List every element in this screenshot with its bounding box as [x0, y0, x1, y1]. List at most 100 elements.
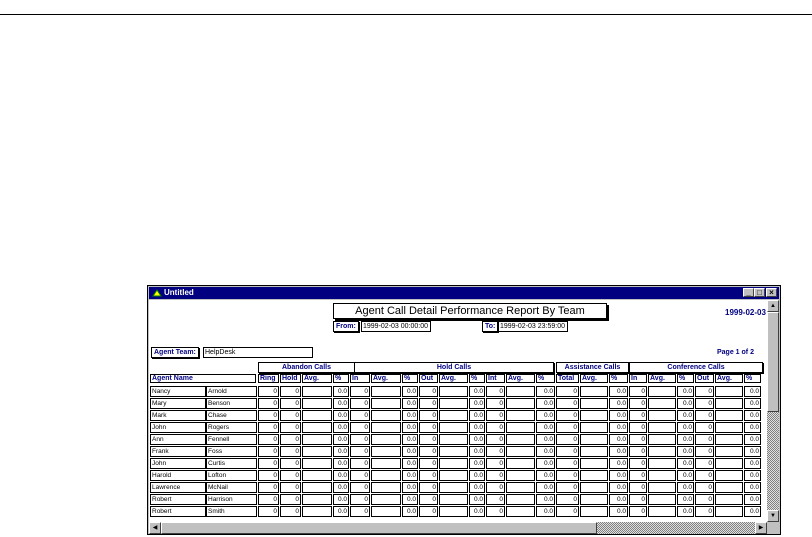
table-cell: 0 — [258, 458, 279, 469]
table-cell — [580, 482, 608, 493]
table-cell: 0.0 — [744, 446, 761, 457]
table-cell: 0.0 — [744, 494, 761, 505]
table-cell — [648, 434, 676, 445]
table-cell: 0.0 — [469, 386, 485, 397]
table-row: Mark Chase 0 0 0.0 0 0.0 0 0.0 0 0.0 0 0.0 0 0.0 0 0.0 — [149, 410, 767, 422]
table-cell — [580, 434, 608, 445]
table-cell: 0.0 — [677, 482, 694, 493]
column-header: % — [744, 374, 761, 383]
table-cell: 0 — [350, 482, 370, 493]
column-header: In — [629, 374, 647, 383]
scroll-left-button[interactable]: ◀ — [149, 522, 161, 534]
table-cell — [715, 422, 743, 433]
table-cell: 0 — [419, 422, 438, 433]
table-cell: 0 — [556, 422, 579, 433]
vertical-scrollbar[interactable]: ▲ ▼ — [767, 300, 779, 522]
table-cell: 0.0 — [609, 410, 628, 421]
table-cell: 0.0 — [744, 458, 761, 469]
table-cell: 0.0 — [333, 422, 349, 433]
table-cell: 0.0 — [677, 434, 694, 445]
table-cell — [506, 434, 535, 445]
table-cell: 0 — [486, 446, 505, 457]
table-cell: 0.0 — [744, 422, 761, 433]
column-header: Avg. — [580, 374, 608, 383]
table-cell: 0 — [486, 470, 505, 481]
horizontal-scroll-thumb[interactable] — [161, 522, 597, 534]
table-cell: 0 — [350, 398, 370, 409]
scroll-up-button[interactable]: ▲ — [767, 300, 779, 312]
table-cell: 0.0 — [402, 494, 418, 505]
table-cell: 0 — [280, 410, 301, 421]
table-cell — [371, 422, 401, 433]
table-cell — [580, 410, 608, 421]
table-cell: 0 — [350, 446, 370, 457]
table-cell: 0.0 — [402, 458, 418, 469]
title-bar[interactable]: Untitled _ □ × — [149, 287, 779, 299]
table-cell: 0 — [280, 470, 301, 481]
table-cell — [580, 398, 608, 409]
to-label: To: — [482, 321, 499, 332]
table-cell: 0 — [556, 446, 579, 457]
table-cell: 0 — [258, 410, 279, 421]
table-cell — [715, 410, 743, 421]
vertical-scroll-thumb[interactable] — [767, 312, 779, 412]
table-cell: 0 — [556, 398, 579, 409]
table-cell — [715, 494, 743, 505]
table-cell: 0.0 — [402, 410, 418, 421]
table-cell: 0 — [350, 458, 370, 469]
table-cell: 0 — [350, 494, 370, 505]
table-cell — [302, 434, 332, 445]
table-cell: 0.0 — [609, 434, 628, 445]
table-cell: 0.0 — [744, 470, 761, 481]
agent-last-name: Foss — [206, 446, 257, 457]
table-cell — [715, 482, 743, 493]
agent-first-name: Harold — [150, 470, 206, 481]
table-cell: 0.0 — [469, 398, 485, 409]
app-icon — [152, 289, 162, 297]
table-cell: 0 — [629, 458, 647, 469]
table-cell: 0 — [419, 470, 438, 481]
table-row: John Rogers 0 0 0.0 0 0.0 0 0.0 0 0.0 0 0.0 0 0.0 0 0.0 — [149, 422, 767, 434]
table-cell — [439, 434, 468, 445]
table-cell — [580, 458, 608, 469]
close-button[interactable]: × — [766, 288, 777, 297]
table-cell: 0.0 — [609, 398, 628, 409]
minimize-button[interactable]: _ — [743, 288, 754, 297]
table-cell: 0 — [695, 446, 714, 457]
table-cell: 0 — [695, 410, 714, 421]
table-cell: 0 — [419, 410, 438, 421]
scroll-down-button[interactable]: ▼ — [767, 510, 779, 522]
report-title: Agent Call Detail Performance Report By … — [333, 303, 607, 319]
table-cell: 0 — [556, 506, 579, 517]
table-cell: 0 — [629, 494, 647, 505]
table-cell — [371, 434, 401, 445]
table-cell: 0.0 — [402, 434, 418, 445]
table-cell — [506, 386, 535, 397]
table-cell — [648, 410, 676, 421]
table-cell — [302, 446, 332, 457]
maximize-button[interactable]: □ — [754, 288, 765, 297]
agent-last-name: Arnold — [206, 386, 257, 397]
column-header: % — [333, 374, 349, 383]
table-cell: 0 — [695, 506, 714, 517]
table-cell — [506, 398, 535, 409]
agent-last-name: Lofton — [206, 470, 257, 481]
horizontal-scrollbar[interactable]: ◀ ▶ — [149, 522, 767, 534]
table-cell: 0 — [258, 470, 279, 481]
scroll-right-button[interactable]: ▶ — [755, 522, 767, 534]
agent-last-name: Smith — [206, 506, 257, 517]
table-cell — [439, 410, 468, 421]
table-cell: 0 — [419, 458, 438, 469]
column-header: Out — [419, 374, 438, 383]
table-row: John Curtis 0 0 0.0 0 0.0 0 0.0 0 0.0 0 0.0 0 0.0 0 0.0 — [149, 458, 767, 470]
column-header: Hold — [280, 374, 301, 383]
table-cell: 0.0 — [536, 422, 555, 433]
table-cell — [580, 446, 608, 457]
table-cell — [715, 386, 743, 397]
agent-last-name: Rogers — [206, 422, 257, 433]
table-cell: 0.0 — [402, 422, 418, 433]
table-cell: 0.0 — [469, 446, 485, 457]
table-cell: 0.0 — [744, 434, 761, 445]
table-cell: 0 — [486, 482, 505, 493]
column-header: Total — [556, 374, 579, 383]
